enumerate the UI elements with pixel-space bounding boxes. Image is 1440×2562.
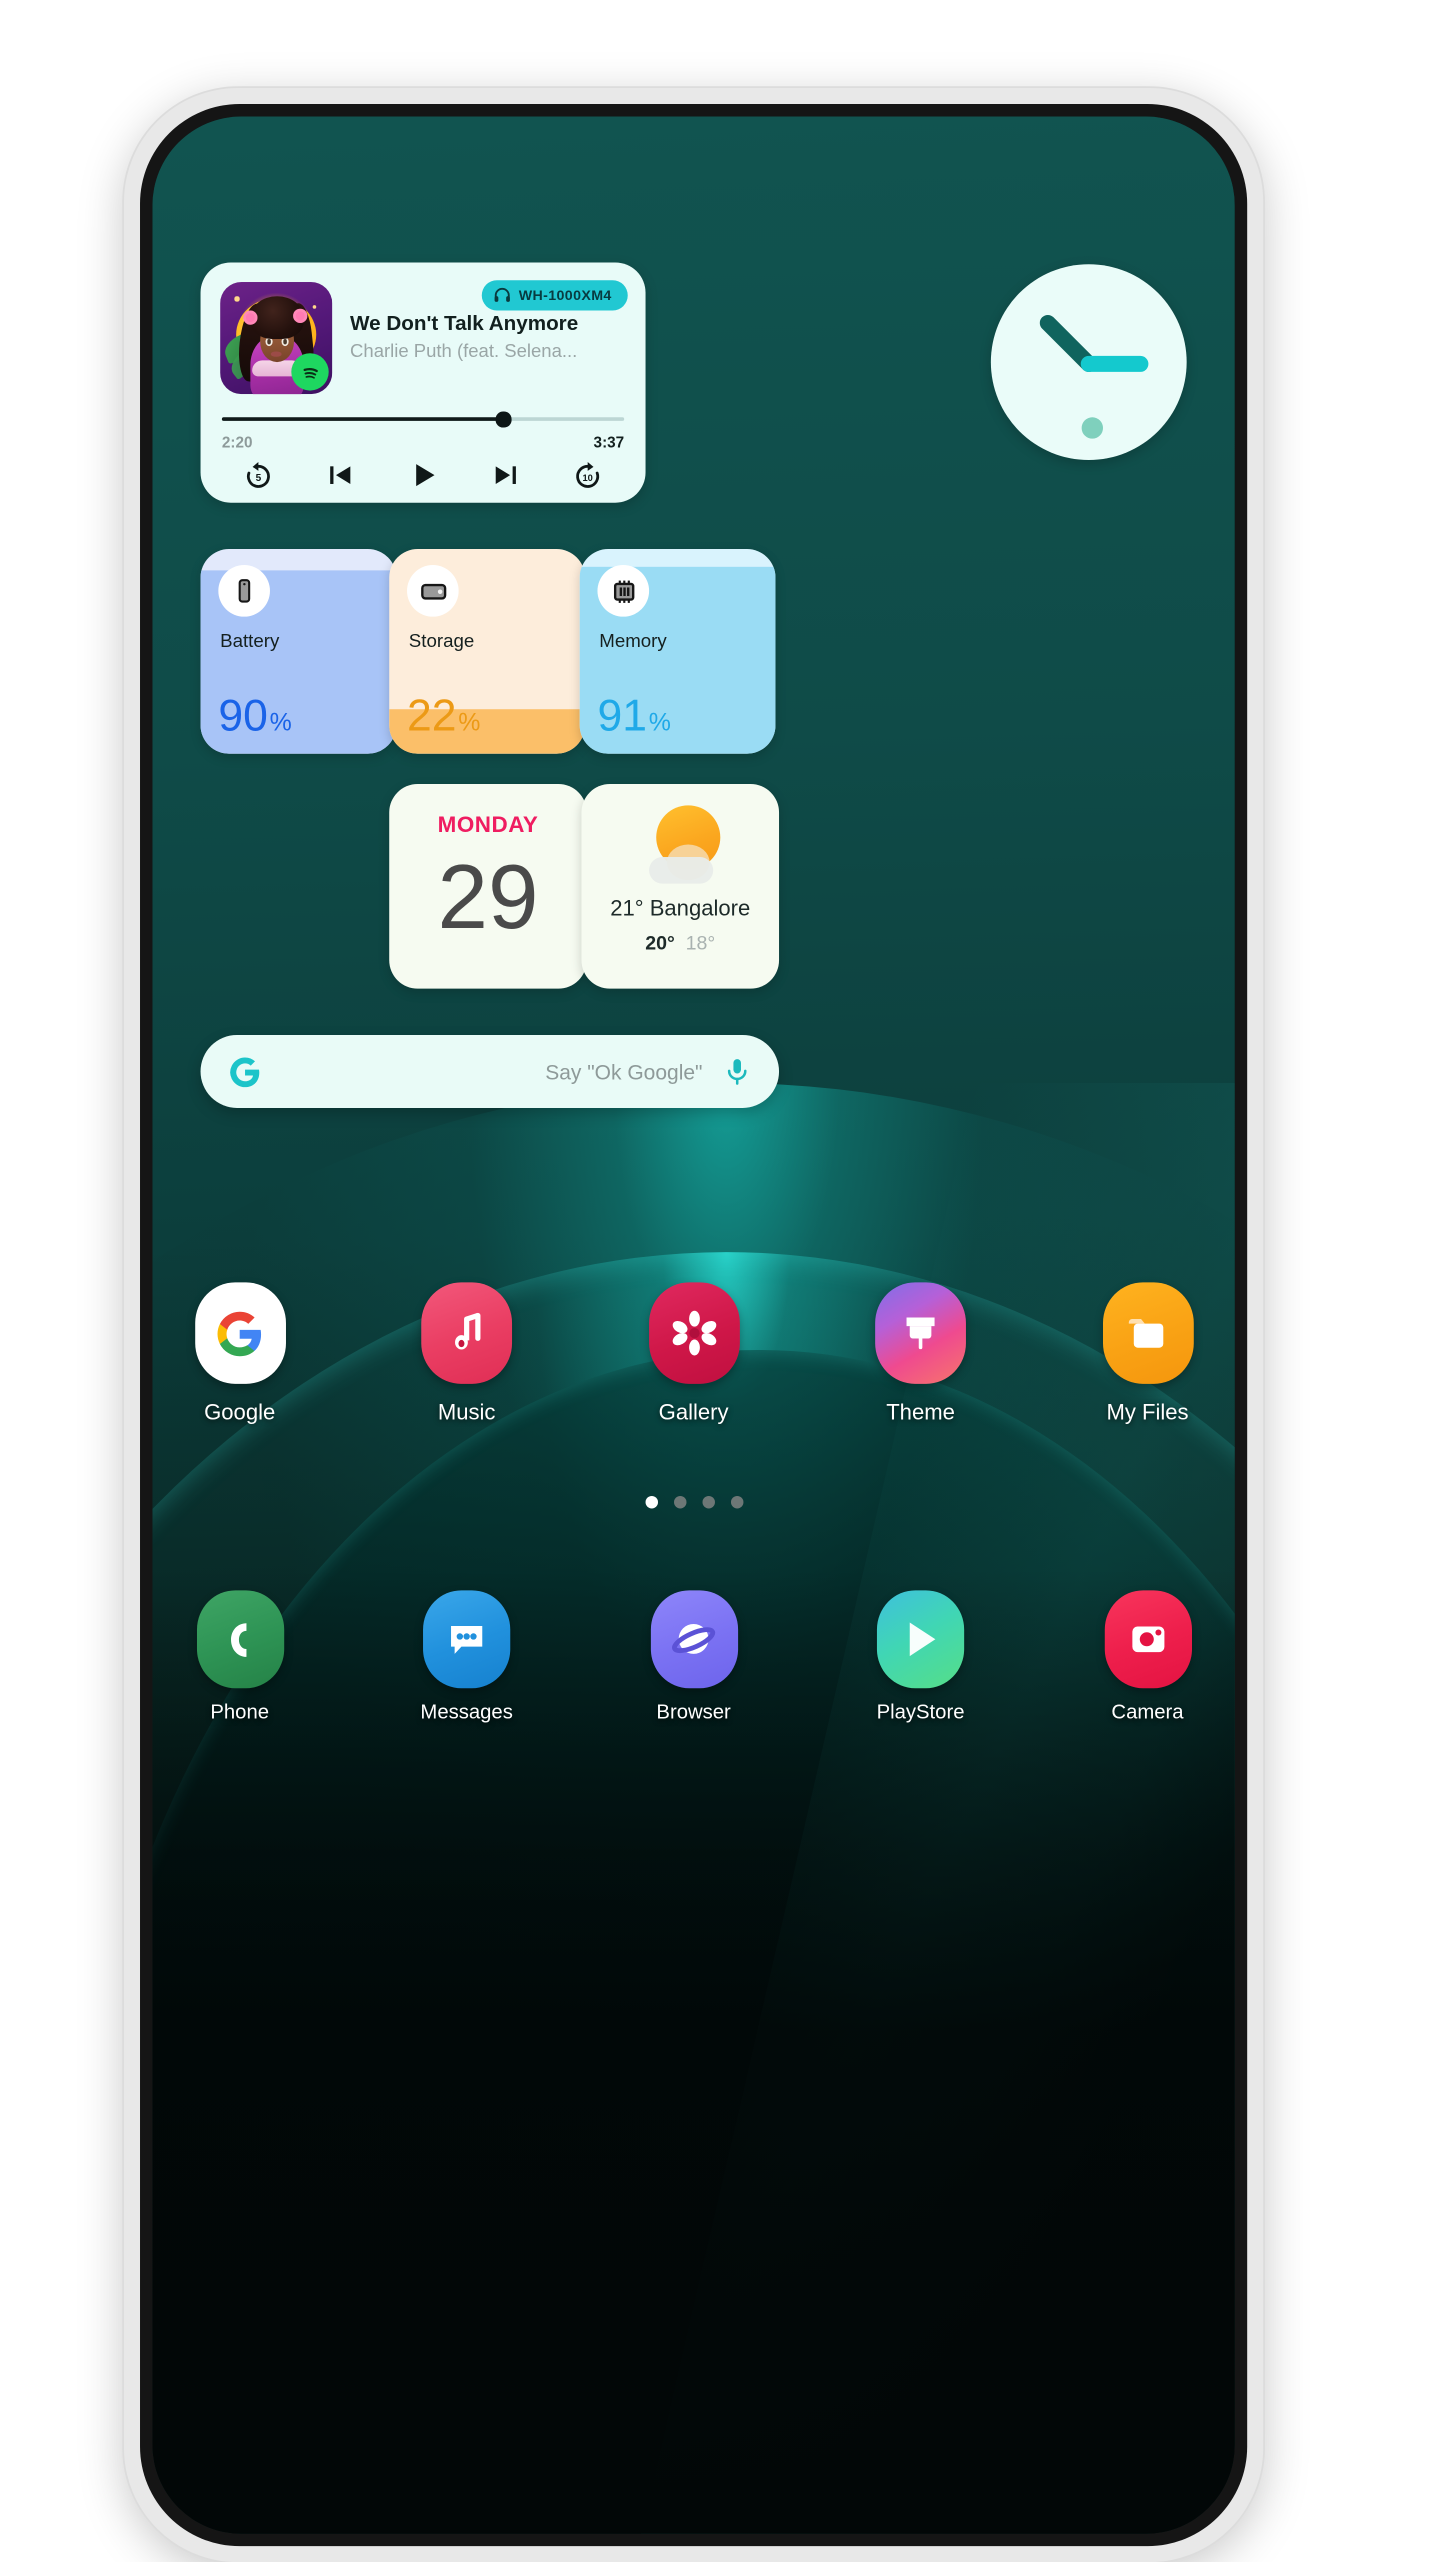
- app-gallery[interactable]: Gallery: [638, 1282, 748, 1425]
- connected-device-badge[interactable]: WH-1000XM4: [481, 280, 628, 311]
- music-note-icon: [421, 1282, 513, 1384]
- app-google[interactable]: Google: [185, 1282, 295, 1425]
- internet-globe-icon: [649, 1590, 738, 1689]
- app-label-music: Music: [437, 1399, 496, 1425]
- search-input[interactable]: Say "Ok Google": [265, 1059, 721, 1084]
- google-icon: [194, 1282, 286, 1384]
- app-label-playstore: PlayStore: [876, 1702, 965, 1724]
- memory-value: 91 %: [597, 691, 671, 742]
- app-label-theme: Theme: [886, 1399, 955, 1425]
- progress-thumb[interactable]: [495, 411, 512, 427]
- playback-controls: 5 10: [229, 458, 617, 492]
- page-dot-4[interactable]: [730, 1495, 743, 1509]
- progress-fill: [221, 417, 504, 422]
- elapsed-time: 2:20: [221, 433, 253, 452]
- phone-bezel: WH-1000XM4 We Don't Talk Anymore Charlie…: [140, 104, 1248, 2547]
- battery-icon: [218, 565, 270, 617]
- storage-value: 22 %: [407, 691, 481, 742]
- phone-handset-icon: [196, 1590, 284, 1689]
- play-button[interactable]: [406, 458, 440, 492]
- forward-10-button[interactable]: 10: [573, 460, 603, 490]
- paintbrush-icon: [875, 1282, 966, 1384]
- spotify-icon: [291, 353, 329, 391]
- progress-track[interactable]: [221, 411, 625, 427]
- page-dot-1[interactable]: [644, 1495, 658, 1509]
- page-indicator: [152, 1495, 1234, 1509]
- battery-number: 90: [218, 691, 268, 742]
- phone-screen: WH-1000XM4 We Don't Talk Anymore Charlie…: [152, 116, 1235, 2534]
- weather-high-temp: 20°: [645, 933, 675, 955]
- app-music[interactable]: Music: [411, 1282, 521, 1425]
- memory-percent-sign: %: [648, 707, 671, 736]
- clock-hour-hand: [1039, 314, 1097, 372]
- app-label-phone: Phone: [210, 1702, 270, 1724]
- headphones-icon: [492, 286, 512, 306]
- rewind-5-button[interactable]: 5: [243, 460, 273, 490]
- play-triangle-icon: [876, 1590, 965, 1689]
- memory-stat-widget[interactable]: Memory 91 %: [579, 549, 776, 754]
- calendar-widget[interactable]: MONDAY 29: [389, 783, 587, 989]
- playback-time-row: 2:20 3:37: [222, 433, 624, 451]
- total-duration: 3:37: [593, 433, 625, 452]
- chat-bubble-icon: [423, 1590, 511, 1689]
- flower-gallery-icon: [648, 1282, 739, 1384]
- music-player-widget[interactable]: WH-1000XM4 We Don't Talk Anymore Charlie…: [200, 262, 646, 503]
- next-track-button[interactable]: [491, 460, 521, 490]
- google-search-bar[interactable]: Say "Ok Google": [200, 1034, 780, 1108]
- app-my-files[interactable]: My Files: [1092, 1282, 1202, 1425]
- app-messages[interactable]: Messages: [411, 1590, 521, 1724]
- analog-clock-widget[interactable]: [990, 264, 1187, 461]
- track-title: We Don't Talk Anymore: [350, 312, 579, 336]
- app-phone[interactable]: Phone: [185, 1590, 295, 1724]
- app-browser[interactable]: Browser: [638, 1590, 748, 1724]
- weather-temp-range: 20° 18°: [581, 934, 779, 955]
- memory-chip-icon: [597, 565, 650, 617]
- folder-icon: [1102, 1282, 1193, 1384]
- sun-behind-cloud-icon: [630, 805, 730, 887]
- album-artwork: [220, 282, 333, 395]
- app-theme[interactable]: Theme: [865, 1282, 975, 1425]
- app-label-camera: Camera: [1111, 1702, 1184, 1724]
- previous-track-button[interactable]: [325, 460, 355, 490]
- weather-low-temp: 18°: [685, 933, 716, 955]
- battery-value: 90 %: [218, 691, 292, 742]
- home-app-row: Google Music Gallery Theme My Files: [185, 1282, 1203, 1425]
- battery-label: Battery: [220, 630, 280, 653]
- app-label-google: Google: [204, 1399, 276, 1425]
- page-dot-2[interactable]: [673, 1495, 686, 1509]
- app-label-browser: Browser: [656, 1702, 731, 1724]
- memory-number: 91: [597, 691, 647, 742]
- svg-text:10: 10: [582, 473, 592, 483]
- dock-app-row: Phone Messages Browser PlayStore Camera: [185, 1590, 1203, 1724]
- memory-label: Memory: [599, 630, 667, 653]
- svg-text:5: 5: [256, 473, 262, 484]
- calendar-date: 29: [437, 846, 539, 948]
- storage-stat-widget[interactable]: Storage 22 %: [389, 549, 586, 754]
- playback-progress[interactable]: [221, 411, 625, 427]
- phone-device-frame: WH-1000XM4 We Don't Talk Anymore Charlie…: [124, 88, 1264, 2562]
- storage-label: Storage: [408, 630, 475, 653]
- app-label-messages: Messages: [420, 1702, 513, 1724]
- weather-summary: 21° Bangalore: [610, 896, 751, 922]
- google-g-icon: [225, 1052, 264, 1091]
- app-playstore[interactable]: PlayStore: [865, 1590, 975, 1724]
- battery-stat-widget[interactable]: Battery 90 %: [200, 549, 397, 754]
- clock-second-dot: [1081, 417, 1103, 439]
- camera-icon: [1103, 1590, 1192, 1689]
- app-camera[interactable]: Camera: [1092, 1590, 1202, 1724]
- track-artist: Charlie Puth (feat. Selena...: [350, 342, 578, 363]
- storage-percent-sign: %: [458, 707, 481, 736]
- calendar-weekday: MONDAY: [437, 812, 539, 838]
- app-label-gallery: Gallery: [658, 1399, 729, 1425]
- storage-icon: [407, 565, 459, 617]
- weather-widget[interactable]: 21° Bangalore 20° 18°: [581, 783, 780, 989]
- app-label-my-files: My Files: [1106, 1399, 1189, 1425]
- microphone-icon[interactable]: [720, 1052, 752, 1091]
- storage-number: 22: [407, 691, 457, 742]
- battery-percent-sign: %: [269, 707, 292, 736]
- connected-device-name: WH-1000XM4: [518, 287, 612, 304]
- page-dot-3[interactable]: [701, 1495, 715, 1509]
